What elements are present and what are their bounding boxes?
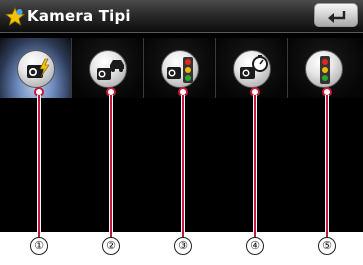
back-arrow-icon bbox=[328, 11, 346, 23]
traffic-light-icon bbox=[305, 50, 343, 88]
camera-speed-icon bbox=[233, 50, 271, 88]
callout-number-2: ② bbox=[102, 237, 120, 255]
callout-number-5: ⑤ bbox=[318, 237, 336, 255]
callout-pointer-line bbox=[37, 95, 41, 237]
callout-number-3: ③ bbox=[174, 237, 192, 255]
callout-pointer-line bbox=[181, 95, 185, 237]
callout-number-4: ④ bbox=[246, 237, 264, 255]
camera-traffic-light-icon bbox=[161, 50, 199, 88]
back-button[interactable] bbox=[314, 3, 358, 27]
page-title: Kamera Tipi bbox=[27, 7, 131, 25]
camera-car-icon bbox=[89, 50, 127, 88]
callout-pointer-line bbox=[109, 95, 113, 237]
callout-number-1: ① bbox=[30, 237, 48, 255]
callout-pointer-line bbox=[253, 95, 257, 237]
camera-flash-icon bbox=[17, 50, 55, 88]
callout-pointer-line bbox=[325, 95, 329, 237]
star-icon bbox=[5, 7, 25, 26]
title-bar: Kamera Tipi bbox=[0, 0, 363, 33]
